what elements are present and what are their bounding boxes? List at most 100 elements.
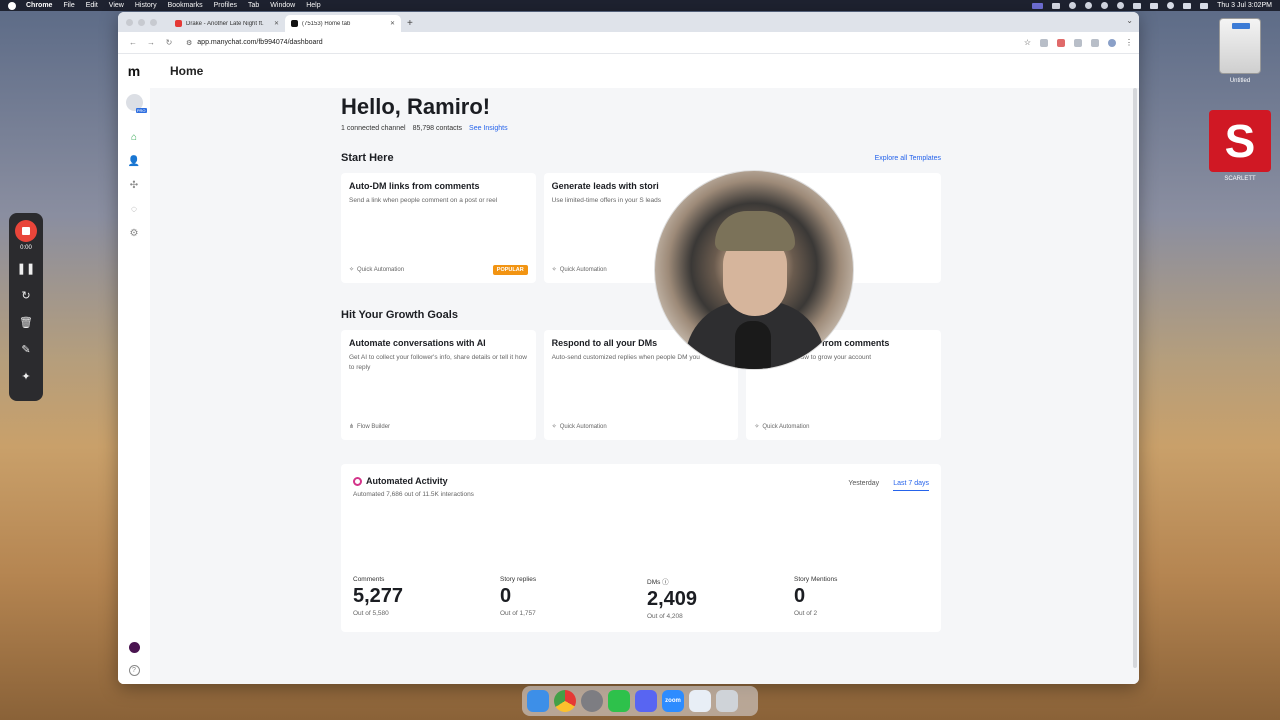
status-app-icon-2[interactable] (1085, 2, 1093, 9)
automation-icon[interactable]: ✣ (126, 177, 142, 193)
metric-story-mentions: Story Mentions 0 Out of 2 (794, 576, 941, 620)
instagram-icon (353, 476, 362, 486)
status-app-icon-3[interactable] (1101, 2, 1109, 9)
settings-gear-icon[interactable]: ⚙ (126, 225, 142, 241)
volume-icon[interactable] (1150, 2, 1159, 9)
media-icon[interactable] (1091, 38, 1099, 47)
card-title: Auto-DM links from comments (349, 181, 480, 191)
page-scrollbar[interactable] (1133, 88, 1137, 668)
bookmark-star-icon[interactable]: ☆ (1024, 38, 1031, 47)
contacts-icon[interactable]: 👤 (126, 153, 142, 169)
tab-search-icon[interactable]: ⌄ (1126, 16, 1133, 25)
new-tab-button[interactable]: + (401, 15, 419, 32)
extension-icon-2[interactable] (1057, 38, 1065, 47)
preview-icon[interactable] (689, 690, 711, 712)
connected-channels: 1 connected channel (341, 125, 406, 132)
drive-label: Untitled (1229, 78, 1251, 84)
reload-icon[interactable]: ↻ (160, 38, 178, 47)
menu-bookmarks[interactable]: Bookmarks (168, 2, 203, 9)
menu-tab[interactable]: Tab (248, 2, 259, 9)
close-window-button[interactable] (126, 18, 133, 26)
trash-icon[interactable]: 🗑 (15, 311, 37, 333)
zoom-icon[interactable]: zoom (662, 690, 684, 712)
metric-total: Out of 4,208 (647, 613, 683, 620)
battery-icon[interactable] (1133, 2, 1142, 9)
menu-edit[interactable]: Edit (86, 2, 98, 9)
manychat-logo[interactable]: m (118, 63, 150, 79)
close-tab-icon[interactable]: ✕ (274, 20, 279, 27)
card-footer: ✧ Quick Automation (349, 266, 404, 274)
menu-help[interactable]: Help (306, 2, 320, 9)
finder-icon[interactable] (527, 690, 549, 712)
control-center-icon[interactable] (1200, 2, 1209, 9)
line-icon[interactable] (608, 690, 630, 712)
menu-view[interactable]: View (109, 2, 124, 9)
goal-card[interactable]: Automate conversations with AI Get AI to… (341, 330, 536, 440)
tab-manychat-home[interactable]: (75153) Home tab ✕ (285, 15, 401, 32)
user-avatar[interactable] (128, 642, 140, 653)
menu-profiles[interactable]: Profiles (214, 2, 237, 9)
menu-window[interactable]: Window (270, 2, 295, 9)
timer-status-icon[interactable] (1069, 2, 1077, 9)
tab-last-7-days[interactable]: Last 7 days (893, 480, 929, 491)
menu-history[interactable]: History (135, 2, 157, 9)
system-settings-icon[interactable] (581, 690, 603, 712)
stop-recording-button[interactable] (15, 220, 37, 242)
desktop-app-scarlett[interactable]: S SCARLETT (1206, 110, 1274, 182)
profile-avatar[interactable] (1108, 38, 1116, 47)
menu-app-chrome[interactable]: Chrome (26, 2, 52, 9)
apple-icon[interactable] (8, 1, 16, 10)
info-icon[interactable]: ⓘ (662, 579, 669, 586)
effects-icon[interactable]: ✦ (15, 365, 37, 387)
discord-icon[interactable] (635, 690, 657, 712)
address-bar[interactable]: ⚙ app.manychat.com/fb994074/dashboard (186, 39, 1024, 47)
metric-label: Story replies (500, 576, 537, 583)
desktop-drive-untitled[interactable]: Untitled (1214, 18, 1266, 84)
close-tab-icon[interactable]: ✕ (390, 20, 395, 27)
wifi-icon[interactable] (1183, 2, 1192, 9)
help-icon[interactable]: ? (128, 665, 140, 676)
activity-header: Automated Activity (353, 476, 929, 486)
status-app-icon[interactable] (1052, 2, 1061, 9)
dashboard-main: Hello, Ramiro! 1 connected channel 85,79… (341, 94, 942, 632)
chrome-icon[interactable] (554, 690, 576, 712)
pro-badge: PRO (135, 108, 147, 113)
forward-icon[interactable]: → (142, 38, 160, 47)
explore-templates-link[interactable]: Explore all Templates (875, 155, 941, 162)
back-icon[interactable]: ← (124, 38, 142, 47)
pause-icon[interactable]: ❚❚ (15, 257, 37, 279)
draw-icon[interactable]: ✎ (15, 338, 37, 360)
site-settings-icon[interactable]: ⚙ (186, 39, 192, 47)
card-description: Send a link when people comment on a pos… (349, 197, 498, 204)
bluetooth-icon[interactable] (1167, 2, 1175, 9)
left-nav: PRO ⌂ 👤 ✣ ◌ ⚙ ? (118, 88, 150, 684)
clock[interactable]: Thu 3 Jul 3:02PM (1217, 2, 1272, 9)
screen-record-status-icon[interactable] (1032, 2, 1044, 9)
restart-icon[interactable]: ↻ (15, 284, 37, 306)
stop-icon (22, 227, 30, 235)
template-card[interactable]: Auto-DM links from comments Send a link … (341, 173, 536, 283)
start-here-header: Start Here Explore all Templates (341, 152, 941, 164)
minimize-window-button[interactable] (138, 18, 145, 26)
extensions-puzzle-icon[interactable] (1074, 38, 1082, 47)
account-avatar[interactable]: PRO (125, 94, 147, 113)
see-insights-link[interactable]: See Insights (469, 125, 508, 132)
home-icon[interactable]: ⌂ (126, 129, 142, 145)
chat-icon[interactable]: ◌ (126, 201, 142, 217)
menu-kebab-icon[interactable]: ⋮ (1125, 38, 1133, 47)
webcam-overlay[interactable] (654, 170, 854, 370)
status-area: Thu 3 Jul 3:02PM (1032, 2, 1272, 9)
menu-file[interactable]: File (63, 2, 74, 9)
popular-badge: POPULAR (492, 265, 528, 275)
automated-activity-panel: Automated Activity Automated 7,686 out o… (341, 464, 941, 632)
account-stats: 1 connected channel 85,798 contacts See … (341, 125, 941, 132)
status-app-icon-4[interactable] (1117, 2, 1125, 9)
extension-icon[interactable] (1040, 38, 1048, 47)
trash-bin-icon[interactable] (716, 690, 738, 712)
metric-label-text: DMs (647, 579, 661, 586)
tab-youtube[interactable]: Drake - Another Late Night ft. ✕ (169, 15, 285, 32)
sd-card-icon (1219, 18, 1261, 74)
zoom-window-button[interactable] (150, 18, 157, 26)
tab-yesterday[interactable]: Yesterday (848, 480, 879, 491)
youtube-icon (175, 20, 182, 27)
